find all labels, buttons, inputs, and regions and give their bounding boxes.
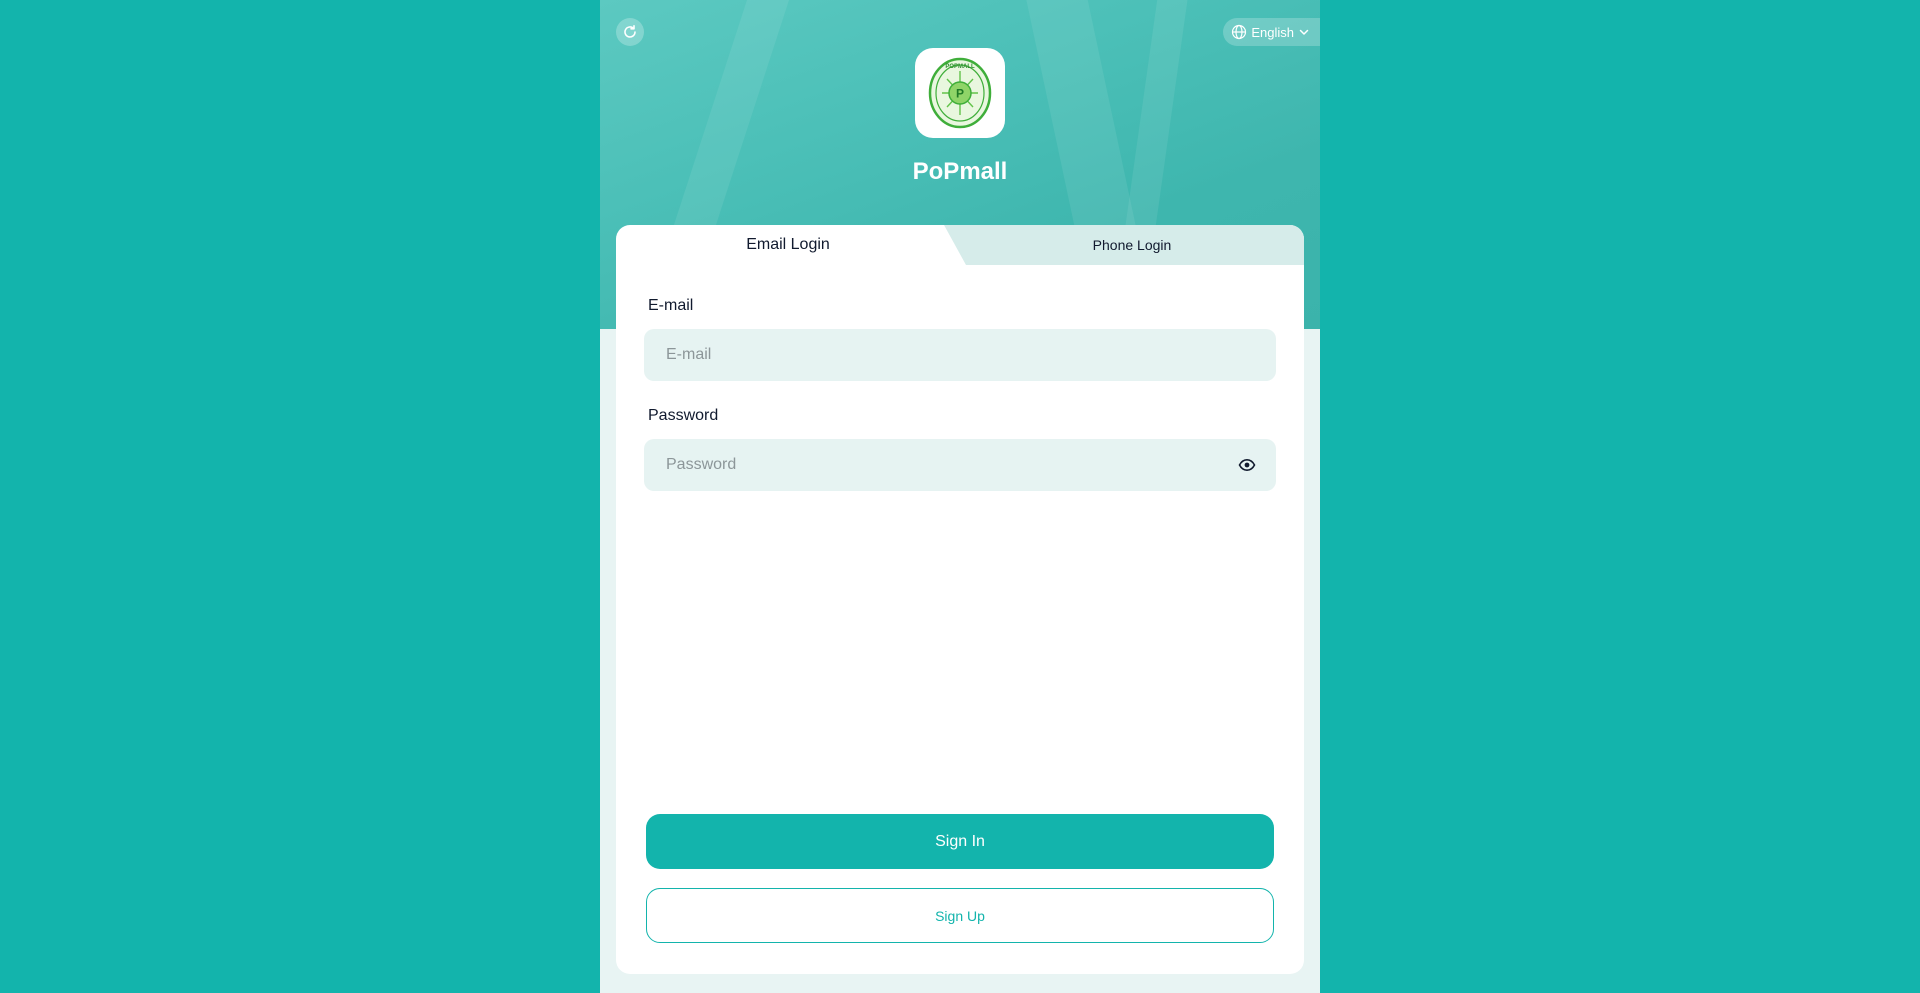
- tab-email-label: Email Login: [746, 236, 830, 253]
- tab-phone-login[interactable]: Phone Login: [960, 225, 1304, 265]
- language-label: English: [1251, 24, 1294, 40]
- sign-up-button[interactable]: Sign Up: [646, 888, 1274, 943]
- login-card: Email Login Phone Login E-mail Password …: [616, 225, 1304, 974]
- svg-text:POPMALL: POPMALL: [945, 64, 975, 70]
- refresh-button[interactable]: [616, 18, 644, 46]
- password-label: Password: [648, 407, 719, 424]
- eye-icon[interactable]: [1238, 456, 1256, 474]
- email-input[interactable]: [644, 329, 1276, 381]
- tab-email-login[interactable]: Email Login: [616, 225, 960, 265]
- language-selector[interactable]: English: [1223, 18, 1320, 46]
- app-screen: English P POPMALL PoPmall Email Login Ph…: [600, 0, 1320, 993]
- sign-in-button[interactable]: Sign In: [646, 814, 1274, 869]
- email-field-container: [644, 329, 1276, 381]
- popmall-seal-logo: P POPMALL: [928, 57, 992, 129]
- svg-text:P: P: [956, 87, 964, 101]
- chevron-down-icon: [1299, 29, 1309, 35]
- app-logo: P POPMALL: [915, 48, 1005, 138]
- login-tabs: Email Login Phone Login: [616, 225, 1304, 265]
- refresh-icon: [624, 25, 636, 38]
- password-field-container: [644, 439, 1276, 491]
- password-input[interactable]: [644, 439, 1276, 491]
- brand-name: PoPmall: [912, 158, 1008, 185]
- email-label: E-mail: [648, 297, 694, 314]
- tab-phone-label: Phone Login: [1092, 237, 1172, 253]
- globe-icon: [1232, 24, 1247, 40]
